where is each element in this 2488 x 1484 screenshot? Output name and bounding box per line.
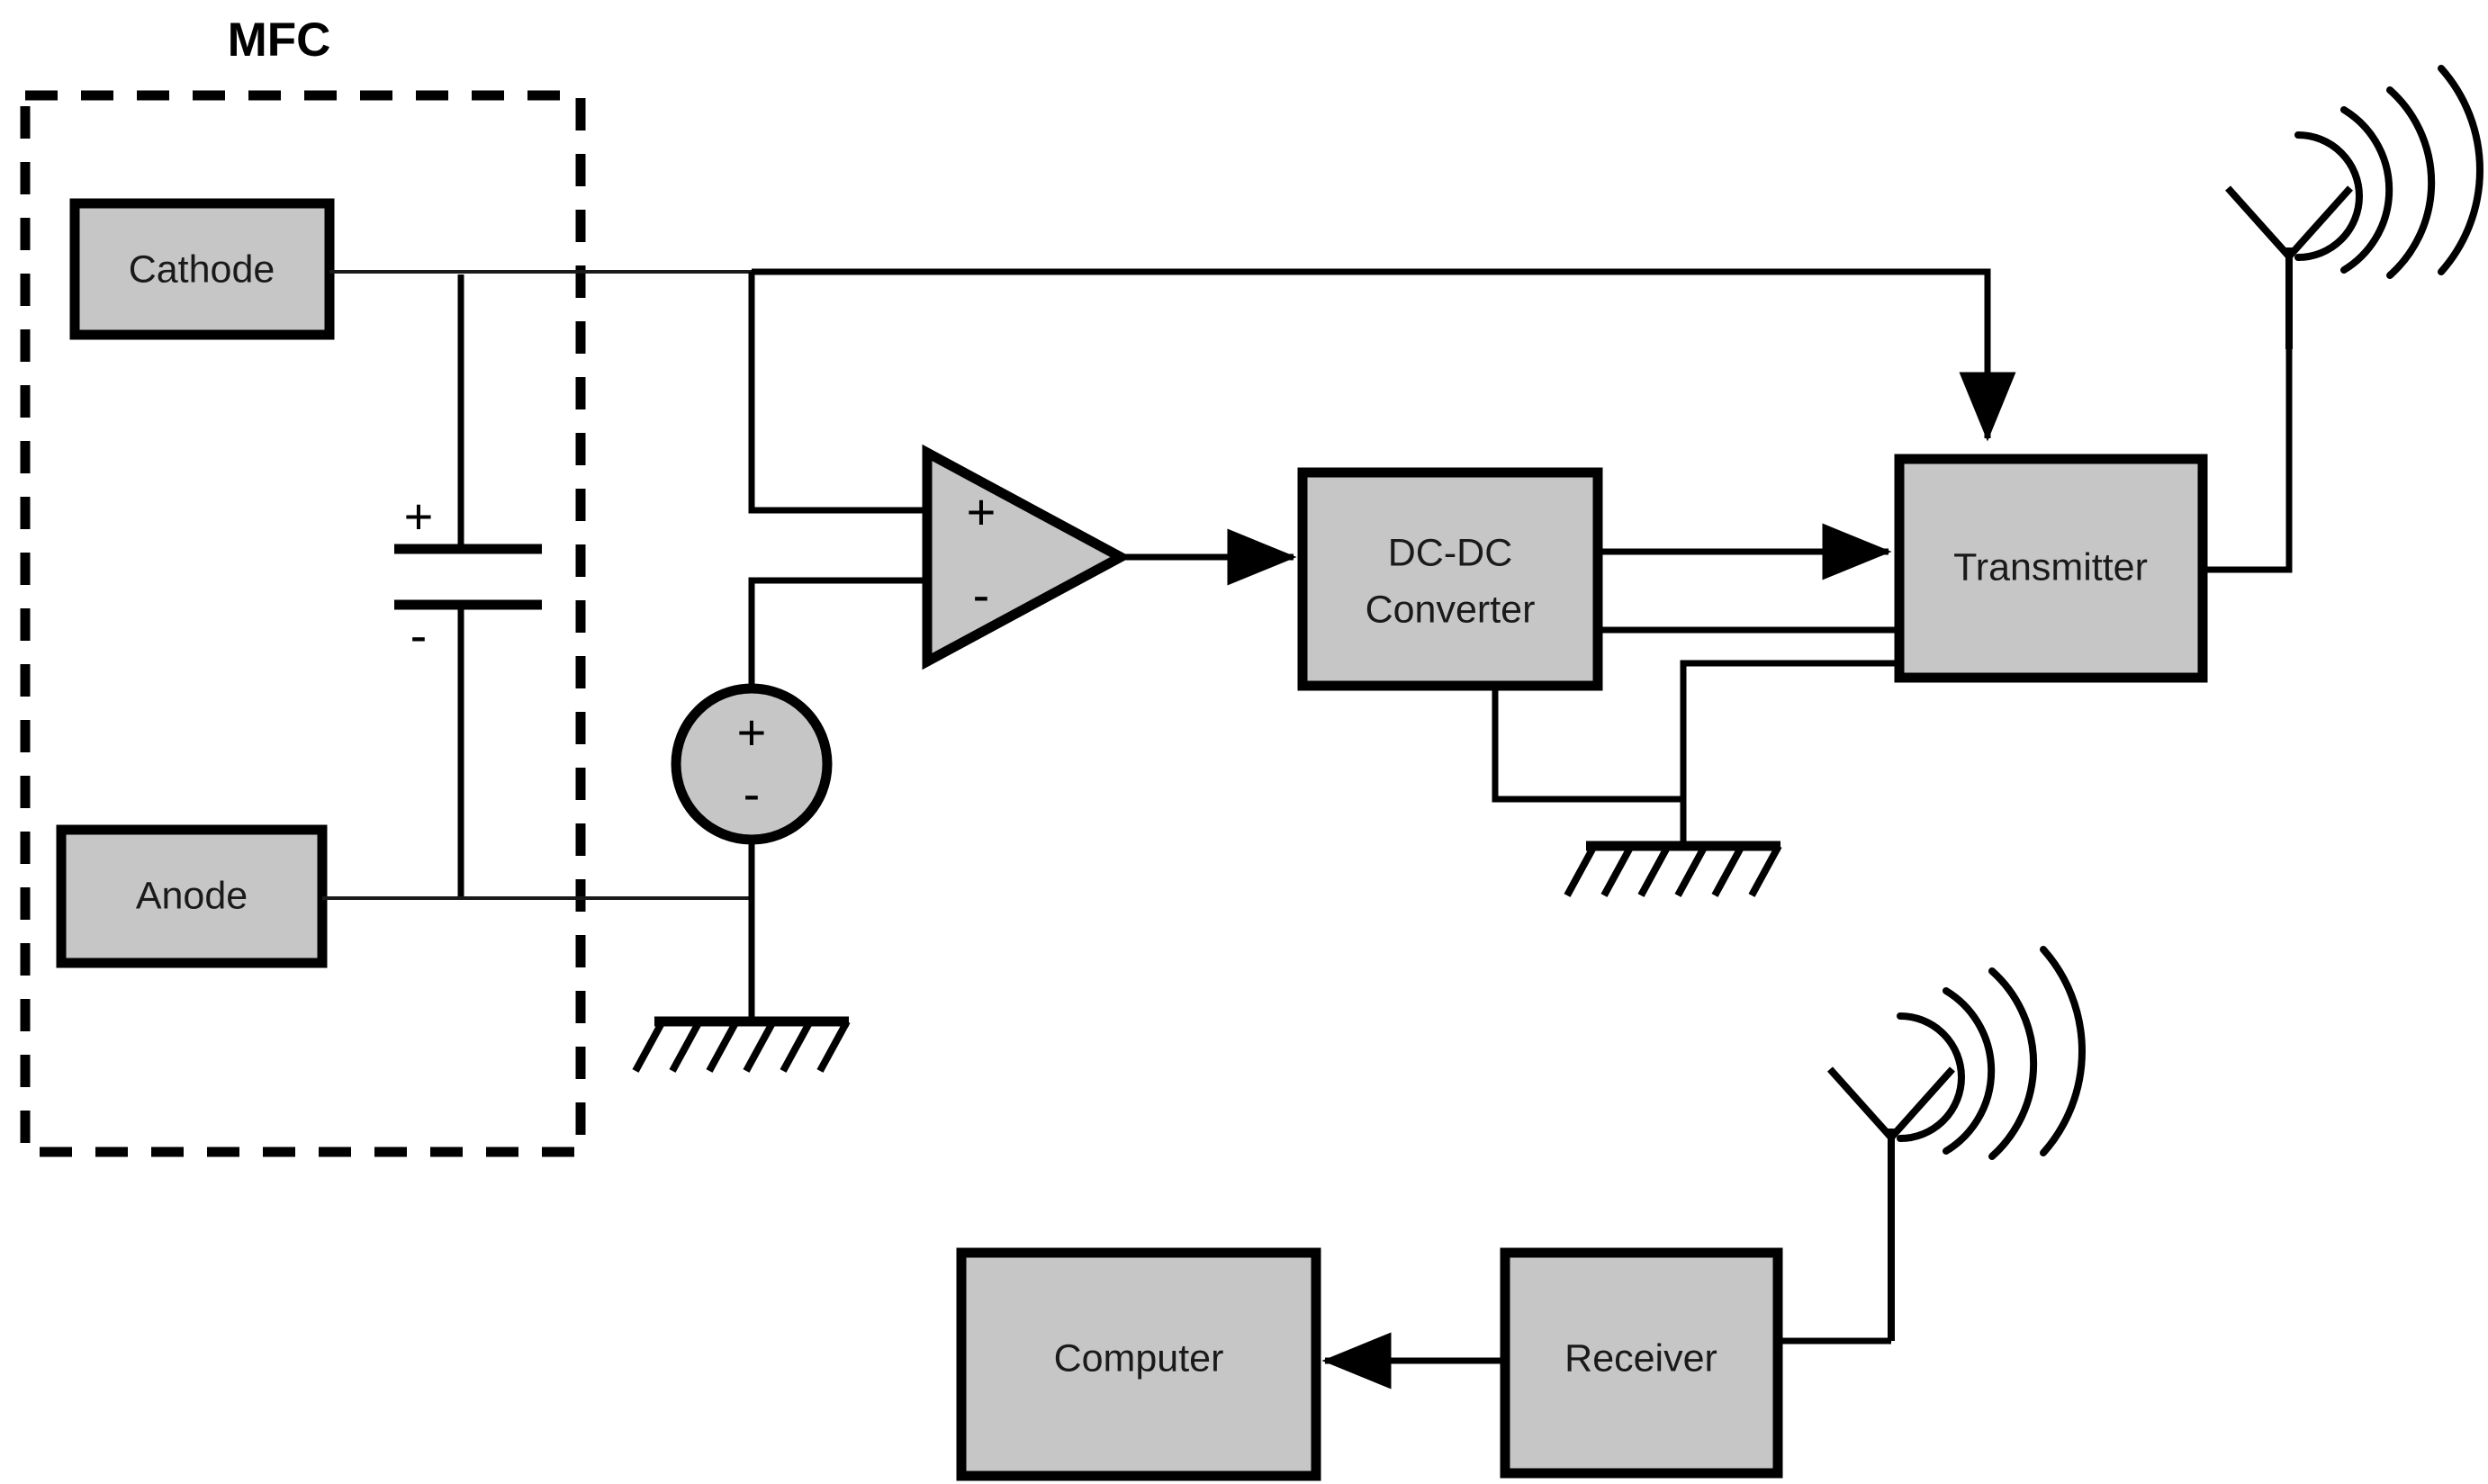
voltage-source-plus-label: + <box>737 704 767 760</box>
wire-transmitter-to-ground <box>1680 660 1899 846</box>
wire-dcdc-to-ground <box>1492 686 1683 803</box>
anode-block-label: Anode <box>136 874 248 917</box>
ground-right-hatch-5 <box>1711 844 1745 897</box>
receiver-label: Receiver <box>1564 1336 1717 1380</box>
receive-antenna-right-arm <box>1889 1066 1955 1140</box>
capacitor-minus-label: - <box>410 607 428 663</box>
voltage-source-symbol: + - <box>671 683 833 845</box>
transmitter-block[interactable]: Transmitter <box>1894 454 2208 683</box>
capacitor-symbol: + - <box>394 274 542 898</box>
dcdc-converter-block[interactable]: DC-DC Converter <box>1297 467 1603 691</box>
cathode-block-label: Cathode <box>129 247 275 291</box>
transmit-wave-arc-4 <box>2438 65 2483 275</box>
transmitter-label: Transmitter <box>1953 545 2148 589</box>
dcdc-converter-label-line2: Converter <box>1366 588 1536 631</box>
ground-right-hatch-1 <box>1564 844 1598 897</box>
wire-vsource-to-amp-minus <box>748 577 923 688</box>
ground-left-hatch-3 <box>706 1020 740 1073</box>
transmit-antenna-left-arm <box>2225 185 2292 259</box>
wire-cathode-to-transmitter <box>752 268 2016 442</box>
wire-transmitter-to-antenna <box>2203 349 2293 573</box>
ground-left-hatch-1 <box>632 1020 666 1073</box>
amplifier-triangle <box>922 444 1131 670</box>
ground-left-hatch-5 <box>780 1020 814 1073</box>
receive-antenna-left-arm <box>1827 1066 1894 1140</box>
computer-block[interactable]: Computer <box>956 1247 1321 1481</box>
ground-symbol-right <box>1564 841 1782 897</box>
dcdc-converter-rect <box>1297 467 1603 691</box>
amplifier-symbol[interactable]: + - <box>922 444 1131 670</box>
receive-antenna-symbol <box>1827 946 2086 1341</box>
transmit-wave-arc-3 <box>2386 86 2436 279</box>
receive-wave-arc-3 <box>1988 967 2038 1160</box>
capacitor-plus-label: + <box>404 488 434 544</box>
anode-block[interactable]: Anode <box>56 824 328 968</box>
computer-label: Computer <box>1054 1336 1224 1380</box>
amplifier-minus-label: - <box>973 566 990 623</box>
ground-right-hatch-2 <box>1600 844 1635 897</box>
receive-wave-arc-4 <box>2040 946 2086 1156</box>
transmit-antenna-symbol <box>2225 65 2483 349</box>
wire-cathode-to-amp-plus <box>748 272 923 514</box>
transmit-antenna-right-arm <box>2286 185 2353 259</box>
ground-right-hatch-6 <box>1748 844 1782 897</box>
receiver-block[interactable]: Receiver <box>1500 1247 1783 1479</box>
voltage-source-minus-label: - <box>744 765 761 822</box>
ground-left-hatch-4 <box>743 1020 777 1073</box>
ground-left-hatch-2 <box>669 1020 703 1073</box>
mfc-enclosure-label: MFC <box>228 13 331 67</box>
ground-right-hatch-4 <box>1674 844 1708 897</box>
block-diagram-canvas: MFC Cathode Anode + - + - + - DC-DC Conv… <box>0 0 2488 1484</box>
amplifier-plus-label: + <box>967 483 996 540</box>
ground-right-hatch-3 <box>1637 844 1672 897</box>
ground-symbol-left <box>632 1016 851 1073</box>
ground-left-hatch-6 <box>816 1020 851 1073</box>
schematic-svg: MFC Cathode Anode + - + - + - DC-DC Conv… <box>20 13 2483 1481</box>
cathode-block[interactable]: Cathode <box>69 198 335 340</box>
dcdc-converter-label-line1: DC-DC <box>1388 531 1513 574</box>
